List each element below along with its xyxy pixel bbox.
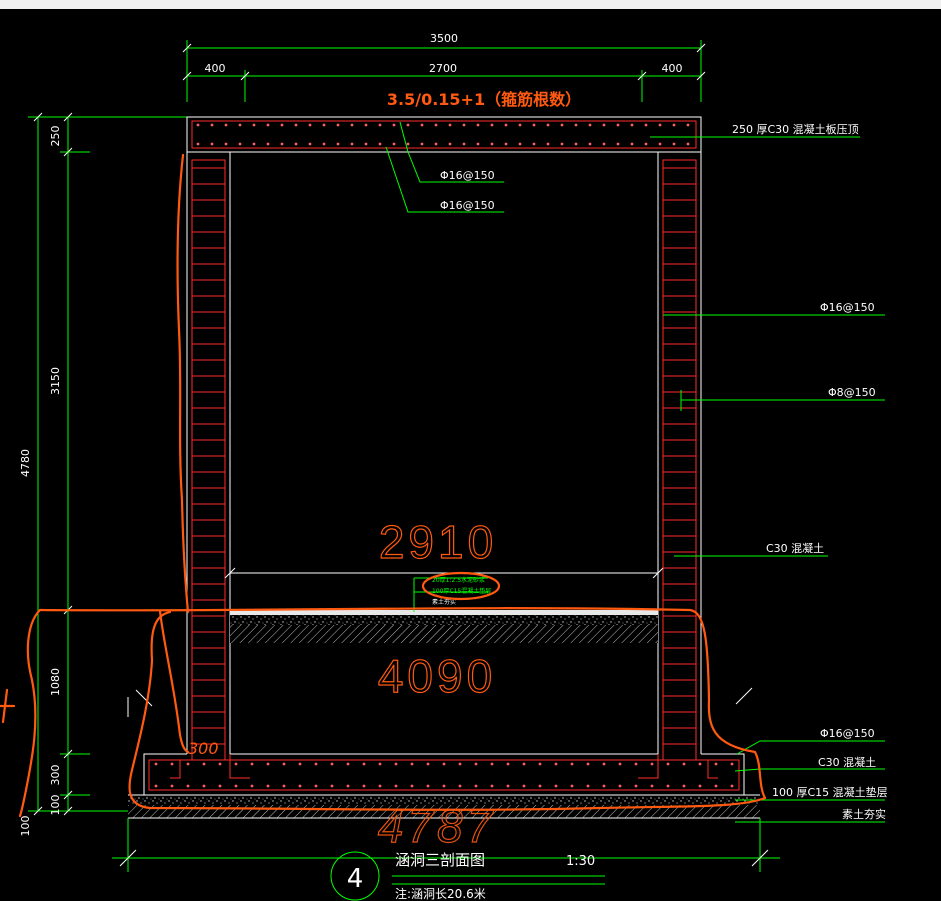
culvert-structure xyxy=(128,116,760,819)
markup-corner-300: 300 xyxy=(188,739,219,758)
left-wall-rebar xyxy=(191,159,226,761)
callout-leaders xyxy=(385,121,885,823)
callout-top-slab: 250 厚C30 混凝土板压顶 xyxy=(732,122,859,136)
callout-wall-concrete: C30 混凝土 xyxy=(766,541,824,555)
callout-top-rebar-2: Φ16@150 xyxy=(440,199,495,212)
callout-wall-rebar: Φ16@150 xyxy=(820,301,875,314)
dim-top-slab: 250 xyxy=(49,126,62,147)
floor-note-1: 20厚1:2.5水泥砂浆 xyxy=(432,576,485,584)
dim-wall-height: 3150 xyxy=(49,367,62,395)
dim-lower-height: 1080 xyxy=(49,668,62,696)
dim-bottom-slab: 300 xyxy=(49,765,62,786)
base-slab-rebar xyxy=(148,754,740,791)
markup-mid-length: 4090 xyxy=(378,650,496,702)
dim-cushion: 100 xyxy=(49,795,62,816)
dim-right-wall: 400 xyxy=(662,62,683,75)
left-dimension-lines xyxy=(28,112,187,816)
callout-base-concrete: C30 混凝土 xyxy=(818,755,876,769)
top-slab-rebar xyxy=(191,120,697,149)
title-scale: 1:30 xyxy=(566,854,595,869)
dim-clear-span: 2700 xyxy=(429,62,457,75)
dim-cushion-2: 100 xyxy=(19,816,32,837)
right-wall-rebar xyxy=(662,159,697,761)
callout-base-rebar: Φ16@150 xyxy=(820,727,875,740)
dim-total-width: 3500 xyxy=(430,32,458,45)
stirrup-count-formula: 3.5/0.15+1（箍筋根数） xyxy=(387,90,581,109)
callout-cushion-layer: 100 厚C15 混凝土垫层 xyxy=(772,785,888,799)
markup-bottom-length: 4787 xyxy=(378,800,496,852)
title-note: 注:涵洞长20.6米 xyxy=(395,886,486,901)
floor-note-2: 100厚C15混凝土垫层 xyxy=(432,587,491,595)
orange-markup xyxy=(0,153,767,818)
window-top-bar xyxy=(0,0,941,9)
markup-inner-width: 2910 xyxy=(379,516,497,568)
dim-total-height: 4780 xyxy=(19,449,32,477)
culvert-section-drawing: 3500 400 2700 400 3.5/0.15+1（箍筋根数） 250 3… xyxy=(0,32,888,901)
title-number: 4 xyxy=(347,864,364,894)
callout-soil: 素土夯实 xyxy=(842,807,886,821)
callout-top-rebar-1: Φ16@150 xyxy=(440,169,495,182)
dim-left-wall: 400 xyxy=(205,62,226,75)
callout-wall-stirrup: Φ8@150 xyxy=(828,386,876,399)
title-name: 涵洞三剖面图 xyxy=(395,851,485,869)
